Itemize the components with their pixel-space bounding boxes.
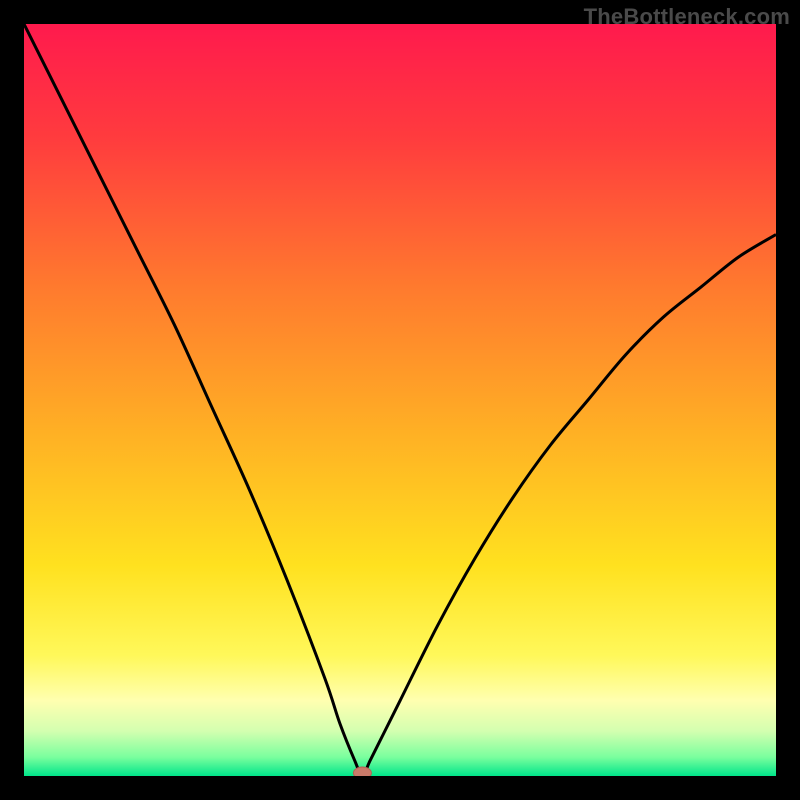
gradient-background [24,24,776,776]
plot-svg [24,24,776,776]
watermark-text: TheBottleneck.com [584,4,790,30]
optimal-point-marker [353,767,371,776]
plot-area [24,24,776,776]
chart-container: TheBottleneck.com [0,0,800,800]
